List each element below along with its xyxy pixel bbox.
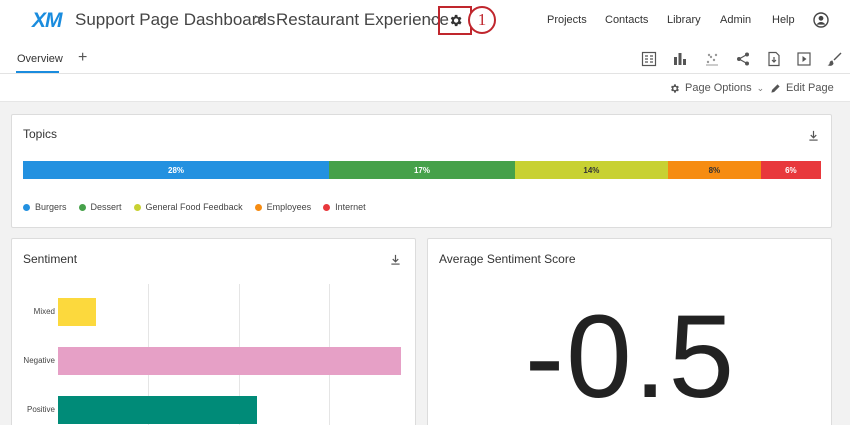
export-icon[interactable]: [766, 51, 782, 67]
nav-projects[interactable]: Projects: [547, 14, 587, 26]
filter-icon[interactable]: [641, 51, 657, 67]
edit-page-label: Edit Page: [786, 82, 834, 94]
average-sentiment-value: -0.5: [524, 291, 737, 423]
legend-item[interactable]: General Food Feedback: [133, 202, 243, 212]
download-icon[interactable]: [808, 130, 819, 141]
legend-item[interactable]: Employees: [254, 202, 312, 212]
nav-admin[interactable]: Admin: [720, 14, 751, 26]
bar-chart-icon[interactable]: [672, 51, 688, 67]
bar-category-label: Positive: [26, 405, 55, 414]
dashboard-title[interactable]: Restaurant Experience: [276, 10, 449, 30]
topics-legend: Burgers Dessert General Food Feedback Emplo…: [23, 202, 366, 212]
tab-overview[interactable]: Overview: [17, 53, 63, 65]
page-options-bar: Page Options ⌄ Edit Page: [0, 74, 850, 102]
average-sentiment-widget: Average Sentiment Score -0.5: [427, 238, 832, 425]
topic-segment-3[interactable]: 8%: [667, 161, 761, 179]
project-title[interactable]: Support Page Dashboards: [75, 10, 275, 30]
legend-dot: [23, 203, 30, 211]
widget-title: Topics: [23, 127, 58, 141]
bar-category-label: Mixed: [33, 307, 55, 316]
xm-logo[interactable]: XM: [32, 9, 62, 33]
legend-item[interactable]: Internet: [323, 202, 366, 212]
chevron-down-icon: ⌄: [756, 82, 765, 93]
bar-category-label: Negative: [23, 356, 55, 365]
share-icon[interactable]: [735, 51, 751, 67]
active-tab-indicator: [16, 71, 59, 73]
breadcrumb-separator: >: [254, 10, 264, 29]
widget-title: Sentiment: [23, 252, 78, 266]
dashboard-dropdown-caret[interactable]: ⌄: [428, 13, 436, 24]
top-header: XM Support Page Dashboards > Restaurant …: [0, 0, 850, 42]
nav-help[interactable]: Help: [772, 14, 795, 26]
legend-label: General Food Feedback: [145, 202, 243, 212]
legend-dot: [78, 203, 86, 211]
paintbrush-icon[interactable]: [826, 51, 842, 67]
sentiment-bar-mixed[interactable]: [58, 298, 96, 326]
legend-item[interactable]: Burgers: [23, 202, 67, 212]
gear-icon: [671, 83, 679, 93]
legend-label: Dessert: [90, 202, 122, 212]
page-tab-bar: Overview +: [0, 42, 850, 74]
nav-library[interactable]: Library: [667, 14, 701, 26]
play-icon[interactable]: [796, 51, 812, 67]
edit-page-button[interactable]: Edit Page: [770, 82, 834, 94]
page-options-label: Page Options: [685, 82, 752, 94]
callout-badge: 1: [468, 6, 496, 34]
sentiment-widget: Sentiment Mixed Negative Positive: [11, 238, 416, 425]
topic-segment-4[interactable]: 6%: [760, 161, 821, 179]
user-account-icon[interactable]: [813, 12, 829, 28]
legend-dot: [323, 203, 331, 211]
pencil-icon: [771, 83, 780, 93]
nav-contacts[interactable]: Contacts: [605, 14, 648, 26]
topic-segment-0[interactable]: 28%: [23, 161, 330, 179]
topics-widget: Topics 28% 17% 14% 8% 6% Burgers Dessert Gener…: [11, 114, 832, 228]
legend-dot: [254, 203, 262, 211]
legend-label: Employees: [266, 202, 312, 212]
widget-title: Average Sentiment Score: [439, 252, 576, 266]
legend-dot: [133, 203, 141, 211]
dashboard-settings-button[interactable]: [438, 6, 472, 35]
legend-label: Burgers: [35, 202, 67, 212]
legend-item[interactable]: Dessert: [78, 202, 122, 212]
download-icon[interactable]: [390, 254, 401, 265]
gear-icon: [450, 14, 461, 27]
sentiment-bar-negative[interactable]: [58, 347, 401, 375]
page-options-button[interactable]: Page Options ⌄: [669, 82, 764, 94]
add-page-button[interactable]: +: [78, 49, 87, 67]
sentiment-bar-positive[interactable]: [58, 396, 257, 424]
scatter-icon[interactable]: [704, 51, 720, 67]
legend-label: Internet: [335, 202, 366, 212]
topic-segment-1[interactable]: 17%: [329, 161, 515, 179]
topic-segment-2[interactable]: 14%: [514, 161, 668, 179]
topics-stacked-bar: 28% 17% 14% 8% 6%: [23, 161, 821, 179]
